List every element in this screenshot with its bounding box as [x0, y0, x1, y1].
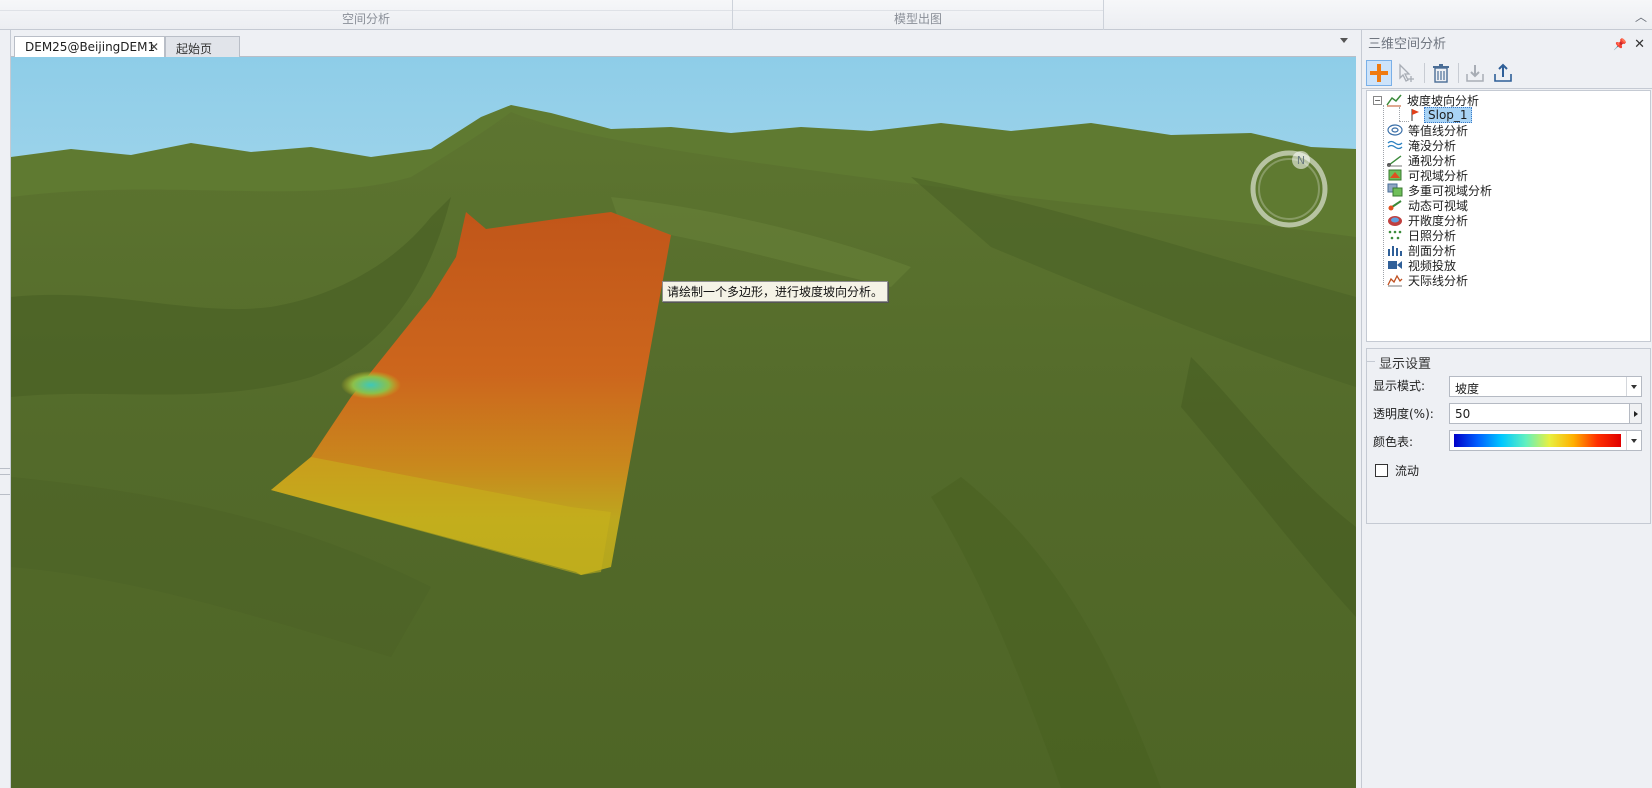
tree-item-label: 天际线分析 [1408, 273, 1469, 288]
skyline-icon [1387, 273, 1403, 287]
color-table-select[interactable] [1449, 430, 1642, 451]
openness-icon [1387, 213, 1403, 227]
sightline-icon [1387, 153, 1403, 167]
pin-icon[interactable]: 📌 [1613, 34, 1627, 56]
transparency-label: 透明度(%): [1373, 407, 1434, 421]
slope-icon [1386, 93, 1402, 107]
import-button[interactable] [1462, 60, 1488, 86]
tab-label: DEM25@BeijingDEM1 [25, 40, 156, 54]
ribbon-group-model-output: 模型出图 [733, 0, 1104, 30]
tree-item-skyline[interactable]: 天际线分析 [1387, 272, 1468, 288]
transparency-input[interactable]: 50 [1449, 403, 1642, 424]
tab-start-page[interactable]: 起始页 [165, 36, 240, 57]
3d-scene-view[interactable]: 请绘制一个多边形，进行坡度坡向分析。 N [11, 57, 1356, 788]
export-button[interactable] [1490, 60, 1516, 86]
terrain-render [11, 57, 1356, 788]
dynamic-viewshed-icon [1387, 198, 1403, 212]
tree-item-slope-analysis[interactable]: − 坡度坡向分析 [1373, 92, 1479, 108]
tab-list-dropdown-icon[interactable] [1340, 38, 1348, 43]
flow-checkbox[interactable] [1375, 464, 1388, 477]
panel-header: 三维空间分析 📌 ✕ [1362, 34, 1652, 56]
panel-toolbar [1362, 57, 1652, 89]
display-mode-label: 显示模式: [1373, 379, 1426, 393]
display-mode-value: 坡度 [1455, 382, 1480, 396]
delete-button[interactable] [1428, 60, 1454, 86]
draw-polygon-tooltip: 请绘制一个多边形，进行坡度坡向分析。 [662, 281, 889, 302]
color-ramp-swatch [1454, 434, 1621, 447]
export-icon [1494, 63, 1512, 82]
delete-icon [1433, 64, 1449, 83]
collapse-icon[interactable]: − [1373, 95, 1382, 105]
import-icon [1466, 65, 1484, 82]
viewshed-icon [1387, 168, 1403, 182]
close-icon[interactable]: ✕ [149, 40, 159, 54]
transparency-stepper-icon[interactable] [1629, 404, 1641, 423]
select-button[interactable] [1394, 60, 1420, 86]
chevron-down-icon[interactable] [1626, 431, 1641, 450]
display-settings-group: 显示设置 显示模式: 坡度 透明度(%): 50 颜色表: 流动 [1366, 348, 1651, 524]
profile-icon [1387, 243, 1403, 257]
ribbon-group-label: 模型出图 [893, 12, 942, 26]
document-tab-bar: DEM25@BeijingDEM1 ✕ 起始页 [11, 30, 1356, 58]
compass-north-label: N [1297, 154, 1305, 167]
display-settings-title: 显示设置 [1379, 357, 1432, 372]
close-panel-icon[interactable]: ✕ [1634, 34, 1645, 56]
ribbon-group-spatial-analysis: 空间分析 [0, 0, 733, 30]
chevron-down-icon[interactable] [1626, 377, 1641, 396]
sunlight-icon [1387, 228, 1403, 242]
compass-icon[interactable]: N [1247, 147, 1331, 231]
video-icon [1387, 258, 1403, 272]
tab-label: 起始页 [176, 42, 213, 56]
flood-icon [1387, 138, 1403, 152]
add-analysis-button[interactable] [1366, 60, 1392, 86]
left-dock-strip [0, 30, 11, 788]
analysis-tree: − 坡度坡向分析 Slop_1 等值线分析 淹没分析 通视分析 可视域分析 多重… [1366, 90, 1651, 342]
tab-dem25[interactable]: DEM25@BeijingDEM1 ✕ [14, 36, 165, 58]
ribbon-group-label: 空间分析 [341, 12, 390, 26]
color-table-label: 颜色表: [1373, 435, 1414, 449]
select-cursor-icon [1399, 63, 1414, 82]
display-mode-select[interactable]: 坡度 [1449, 376, 1642, 397]
add-icon [1370, 64, 1388, 82]
ribbon: 空间分析 模型出图 ︿ [0, 0, 1652, 30]
collapse-ribbon-icon[interactable]: ︿ [1634, 10, 1648, 24]
multi-viewshed-icon [1387, 183, 1403, 197]
contour-icon [1387, 123, 1403, 137]
flow-label: 流动 [1395, 464, 1420, 478]
panel-title: 三维空间分析 [1368, 37, 1447, 52]
tree-item-label: 坡度坡向分析 [1407, 93, 1480, 108]
flag-icon [1409, 108, 1421, 122]
spatial-analysis-panel: 三维空间分析 📌 ✕ − 坡度坡向分析 Slop_1 等值线分析 淹没分析 通视… [1361, 30, 1652, 788]
transparency-value: 50 [1455, 407, 1471, 421]
